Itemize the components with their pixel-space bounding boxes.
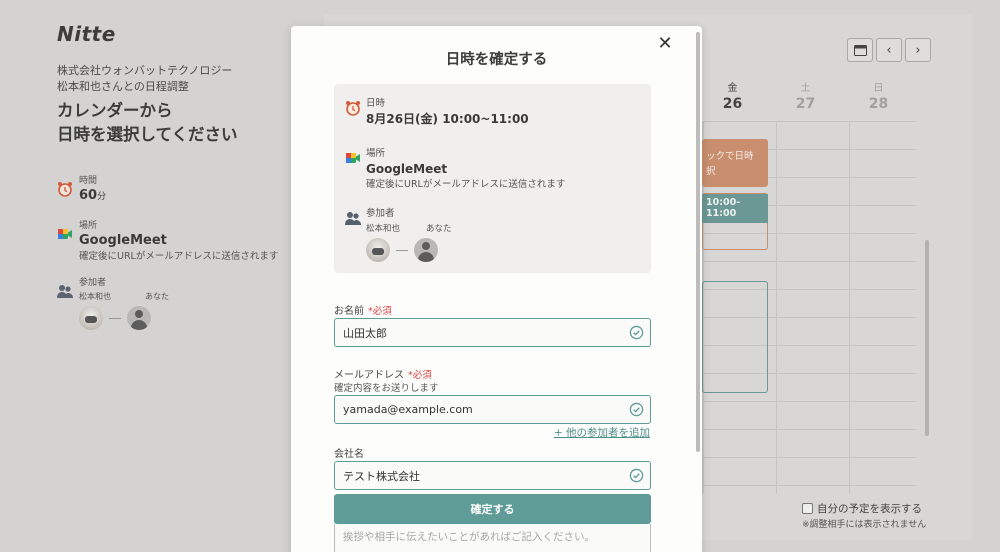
email-field-value: yamada@example.com [343,403,473,416]
page-headline: カレンダーから 日時を選択してください [57,99,307,147]
day-header-fri: 金 26 [696,79,769,112]
scheduling-sidebar: Nitte 株式会社ウォンバットテクノロジー 松本和也さんとの日程調整 カレンダ… [57,22,307,330]
modal-scrollbar[interactable] [696,32,700,452]
check-circle-icon [629,402,644,417]
alarm-clock-icon [346,101,360,116]
duration-value: 60分 [79,188,107,203]
email-field[interactable]: yamada@example.com [334,395,651,424]
day-header-sun: 日 28 [842,79,915,112]
avatar [414,238,438,262]
company-field-value: テスト株式会社 [343,469,420,483]
email-field-label: メールアドレス *必須 [334,370,432,381]
place-info: 場所 GoogleMeet 確定後にURLがメールアドレスに送信されます [57,220,307,263]
modal-title: 日時を確定する [445,52,548,68]
place-value: GoogleMeet [366,162,448,176]
place-label: 場所 [366,148,386,159]
participant-avatars [79,306,169,330]
chevron-left-icon: ‹ [886,42,892,58]
participant-names: 松本和也 あなた [366,222,452,234]
calendar-picker-button[interactable] [847,38,873,62]
click-to-select-hint-event[interactable]: ックで日時 択 [702,139,768,187]
summary-datetime: 日時 8月26日(金) 10:00~11:00 [345,97,529,128]
avatar [366,238,390,262]
selected-slot-event[interactable]: 10:00-11:00 [702,194,768,223]
day-of-week: 土 [800,83,811,94]
participants-info: 参加者 松本和也 あなた [57,277,307,330]
people-icon [57,285,73,298]
day-date: 28 [868,96,889,112]
participant-name: あなた [145,292,169,301]
participants-label: 参加者 [366,208,395,219]
candidate-slot[interactable] [702,281,768,393]
headline-line-1: カレンダーから [57,101,173,120]
day-of-week: 日 [873,83,884,94]
own-schedule-checkbox[interactable] [802,503,813,514]
add-participant-link[interactable]: + 他の参加者を追加 [554,425,650,440]
required-marker: *必須 [368,306,392,317]
confirm-datetime-modal: 日時を確定する ✕ 日時 8月26日(金) 10:00~11:00 場所 Goo… [291,26,702,552]
duration-info: 時間 60分 [57,175,307,206]
datetime-label: 日時 [366,98,386,109]
place-note: 確定後にURLがメールアドレスに送信されます [79,251,279,262]
people-icon [345,212,361,225]
booking-summary: 日時 8月26日(金) 10:00~11:00 場所 GoogleMeet 確定… [334,84,651,273]
check-circle-icon [629,325,644,340]
company-field-label: 会社名 [334,449,364,460]
next-week-button[interactable]: › [905,38,931,62]
connector-line [109,317,121,319]
day-date: 27 [795,96,816,112]
own-schedule-note: ※調整相手には表示されません [802,520,927,530]
avatar [79,306,103,330]
connector-line [396,249,408,251]
email-field-hint: 確定内容をお送りします [334,383,439,394]
place-value: GoogleMeet [79,233,167,248]
summary-participants: 参加者 松本和也 あなた [345,207,452,262]
own-schedule-label: 自分の予定を表示する [817,503,922,515]
participant-avatars [366,238,452,262]
schedule-with: 松本和也さんとの日程調整 [57,80,189,93]
participant-name: 松本和也 [79,292,111,301]
nitte-logo: Nitte [57,22,116,46]
avatar [127,306,151,330]
name-field-value: 山田太郎 [343,326,387,340]
google-meet-icon [58,229,72,239]
name-field-label: お名前 *必須 [334,306,392,317]
datetime-value: 8月26日(金) 10:00~11:00 [366,112,529,126]
headline-line-2: 日時を選択してください [57,125,238,144]
calendar-icon [853,45,867,56]
participant-name: あなた [426,224,452,234]
duration-label: 時間 [79,176,98,186]
day-date: 26 [722,96,743,112]
place-note: 確定後にURLがメールアドレスに送信されます [366,179,566,190]
company-field[interactable]: テスト株式会社 [334,461,651,490]
day-header-sat: 土 27 [769,79,842,112]
company-name: 株式会社ウォンバットテクノロジー [57,64,233,77]
participants-label: 参加者 [79,278,107,288]
alarm-clock-icon [58,182,72,197]
close-icon[interactable]: ✕ [656,35,674,53]
calendar-scrollbar[interactable] [925,240,929,436]
place-label: 場所 [79,221,98,231]
google-meet-icon [346,153,360,163]
check-circle-icon [629,468,644,483]
participant-name: 松本和也 [366,224,401,234]
participant-names: 松本和也 あなた [79,291,169,302]
message-textarea[interactable]: 挨拶や相手に伝えたいことがあればご記入ください。 [334,524,651,552]
chevron-right-icon: › [915,42,921,58]
summary-place: 場所 GoogleMeet 確定後にURLがメールアドレスに送信されます [345,147,565,191]
day-of-week: 金 [727,83,738,94]
prev-week-button[interactable]: ‹ [876,38,902,62]
show-own-schedule-toggle[interactable]: 自分の予定を表示する [802,501,922,516]
confirm-button[interactable]: 確定する [334,494,651,524]
name-field[interactable]: 山田太郎 [334,318,651,347]
